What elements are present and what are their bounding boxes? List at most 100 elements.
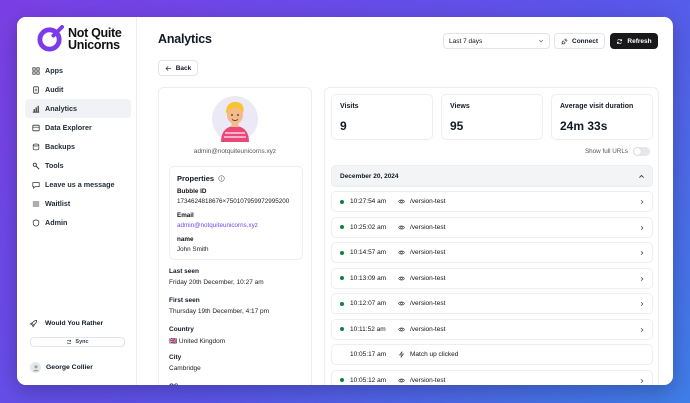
- eye-icon: [398, 378, 405, 382]
- visit-path: /version-test: [410, 325, 446, 333]
- sidebar-item-backups[interactable]: Backups: [25, 137, 131, 156]
- properties-card: Properties Bubble ID 1734624818676×75010…: [169, 166, 303, 260]
- database-icon: [32, 124, 40, 131]
- lightning-icon: [398, 351, 405, 358]
- sidebar-item-label: Analytics: [45, 104, 77, 113]
- page-title: Analytics: [158, 32, 212, 46]
- eye-icon: [398, 199, 405, 204]
- date-group-label: December 20, 2024: [340, 172, 399, 180]
- user-icon: [32, 364, 39, 371]
- logo[interactable]: Not Quite Unicorns: [37, 25, 122, 52]
- show-full-urls-label: Show full URLs: [584, 148, 628, 155]
- message-icon: [32, 181, 40, 189]
- refresh-icon: [617, 38, 623, 44]
- rocket-icon: [29, 319, 38, 328]
- chevron-up-icon: [639, 174, 644, 178]
- sidebar-item-waitlist[interactable]: Waitlist: [25, 194, 131, 213]
- chevron-right-icon: [640, 225, 644, 230]
- status-dot-empty: [340, 353, 344, 357]
- sync-icon: [67, 339, 72, 345]
- sidebar-item-admin[interactable]: Admin: [25, 213, 131, 232]
- field-label-first-seen: First seen: [169, 297, 200, 304]
- status-dot: [340, 327, 344, 331]
- stat-label: Views: [450, 103, 470, 110]
- sidebar-item-label: Admin: [45, 218, 68, 227]
- connect-label: Connect: [572, 37, 598, 45]
- visit-row[interactable]: 10:05:17 am Match up clicked: [331, 344, 653, 365]
- field-label-os: OS: [169, 383, 178, 385]
- eye-icon: [398, 327, 405, 331]
- user-detail-card: admin@notquiteunicorns.xyz Properties Bu…: [158, 87, 312, 385]
- avatar: [30, 362, 41, 373]
- refresh-button[interactable]: Refresh: [610, 33, 658, 49]
- sidebar-item-analytics[interactable]: Analytics: [25, 99, 131, 118]
- visit-time: 10:05:17 am: [350, 351, 387, 358]
- visit-row[interactable]: 10:11:52 am/version-test: [331, 318, 653, 340]
- user-email: admin@notquiteunicorns.xyz: [193, 148, 277, 155]
- field-value-last-seen: Friday 20th December, 10:27 am: [169, 279, 264, 286]
- sidebar-item-label: Leave us a message: [45, 180, 115, 189]
- sidebar-item-data-explorer[interactable]: Data Explorer: [25, 118, 131, 137]
- visit-time: 10:14:57 am: [350, 249, 387, 256]
- user-name: George Collier: [46, 364, 93, 371]
- date-range-value: Last 7 days: [449, 37, 483, 45]
- app-window: Not Quite Unicorns Apps Audit Analytics …: [17, 17, 673, 385]
- sidebar-item-apps[interactable]: Apps: [25, 61, 131, 80]
- sync-button[interactable]: Sync: [30, 337, 125, 347]
- logo-text: Not Quite Unicorns: [68, 26, 122, 51]
- connect-button[interactable]: Connect: [554, 33, 605, 49]
- show-full-urls: Show full URLs: [585, 147, 650, 156]
- visit-path: /version-test: [410, 300, 446, 307]
- sidebar-item-label: Backups: [45, 142, 75, 151]
- tools-icon: [32, 162, 40, 170]
- user-avatar: [212, 96, 258, 142]
- date-range-select[interactable]: Last 7 days: [443, 33, 550, 49]
- property-email-link[interactable]: admin@notquiteunicorns.xyz: [177, 222, 258, 229]
- field-value-country: 🇬🇧 United Kingdom: [169, 338, 226, 345]
- stat-value: 95: [450, 119, 464, 133]
- property-value: John Smith: [177, 246, 209, 253]
- visit-time: 10:25:02 am: [350, 223, 387, 231]
- properties-title: Properties: [177, 174, 225, 183]
- show-full-urls-toggle[interactable]: [633, 147, 650, 156]
- chevron-right-icon: [640, 378, 644, 383]
- visit-row[interactable]: 10:05:12 am/version-test: [331, 369, 653, 385]
- stat-value: 9: [340, 119, 347, 133]
- sidebar-item-label: Data Explorer: [45, 123, 92, 132]
- date-group-header[interactable]: December 20, 2024: [331, 165, 653, 187]
- refresh-label: Refresh: [627, 37, 652, 45]
- stat-label: Average visit duration: [560, 103, 634, 110]
- sidebar-item-tools[interactable]: Tools: [25, 156, 131, 175]
- list-icon: [32, 201, 40, 206]
- sidebar-item-audit[interactable]: Audit: [25, 80, 131, 99]
- property-label: name: [177, 236, 194, 243]
- sidebar-item-leave-message[interactable]: Leave us a message: [25, 175, 131, 194]
- project-selector[interactable]: Would You Rather: [29, 319, 103, 328]
- chevron-right-icon: [640, 199, 644, 205]
- chevron-right-icon: [640, 250, 644, 256]
- arrow-left-icon: [165, 65, 171, 71]
- visit-path: /version-test: [410, 198, 446, 205]
- document-icon: [33, 85, 39, 94]
- visit-row[interactable]: 10:12:07 am/version-test: [331, 293, 653, 314]
- visit-row[interactable]: 10:13:09 am/version-test: [331, 267, 653, 289]
- stat-label: Visits: [340, 103, 359, 110]
- chevron-right-icon: [640, 301, 644, 307]
- back-button[interactable]: Back: [158, 60, 198, 76]
- sidebar-item-label: Apps: [45, 66, 63, 75]
- field-value-city: Cambridge: [169, 365, 201, 372]
- shield-icon: [32, 218, 40, 227]
- field-label-country: Country: [169, 326, 194, 333]
- eye-icon: [398, 250, 405, 255]
- visit-path: /version-test: [410, 376, 446, 384]
- sidebar-item-label: Tools: [45, 161, 64, 170]
- visit-row[interactable]: 10:14:57 am/version-test: [331, 242, 653, 263]
- chevron-right-icon: [640, 327, 644, 332]
- visit-row[interactable]: 10:27:54 am/version-test: [331, 191, 653, 212]
- stat-avg-duration: Average visit duration 24m 33s: [551, 94, 653, 140]
- stat-views: Views 95: [441, 94, 543, 140]
- user-menu[interactable]: George Collier: [30, 362, 93, 373]
- visit-row[interactable]: 10:25:02 am/version-test: [331, 216, 653, 238]
- grid-icon: [32, 66, 40, 75]
- info-icon[interactable]: [218, 175, 225, 182]
